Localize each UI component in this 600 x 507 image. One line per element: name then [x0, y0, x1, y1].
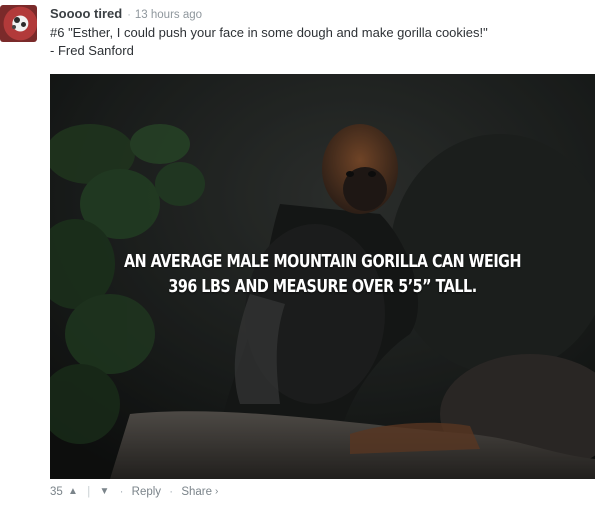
author-name[interactable]: Soooo tired	[50, 6, 122, 21]
downvote-icon[interactable]: ▼	[97, 485, 111, 499]
image-caption: AN AVERAGE MALE MOUNTAIN GORILLA CAN WEI…	[99, 250, 546, 300]
vote-divider: |	[87, 486, 91, 498]
timestamp[interactable]: 13 hours ago	[135, 9, 202, 21]
comment-header: Soooo tired · 13 hours ago	[50, 6, 202, 23]
footer-dot: ·	[169, 486, 174, 498]
share-button[interactable]: Share	[181, 485, 212, 499]
comment-line: #6 "Esther, I could push your face in so…	[50, 25, 488, 40]
chevron-right-icon: ›	[215, 486, 219, 497]
gorilla-image[interactable]: AN AVERAGE MALE MOUNTAIN GORILLA CAN WEI…	[50, 74, 595, 479]
caption-line: AN AVERAGE MALE MOUNTAIN GORILLA CAN WEI…	[124, 252, 521, 272]
vote-count: 35	[50, 486, 63, 498]
comment: Soooo tired · 13 hours ago #6 "Esther, I c…	[0, 0, 600, 507]
comment-body: #6 "Esther, I could push your face in so…	[50, 24, 590, 60]
header-separator: ·	[127, 9, 131, 21]
reply-button[interactable]: Reply	[132, 485, 161, 499]
upvote-icon[interactable]: ▲	[66, 485, 80, 499]
comment-footer: 35 ▲ | ▼ · Reply · Share ›	[50, 485, 218, 499]
avatar[interactable]	[0, 5, 37, 42]
caption-line: 396 LBS AND MEASURE OVER 5’5” TALL.	[168, 277, 477, 297]
footer-dot: ·	[119, 486, 124, 498]
comment-line: - Fred Sanford	[50, 43, 134, 58]
